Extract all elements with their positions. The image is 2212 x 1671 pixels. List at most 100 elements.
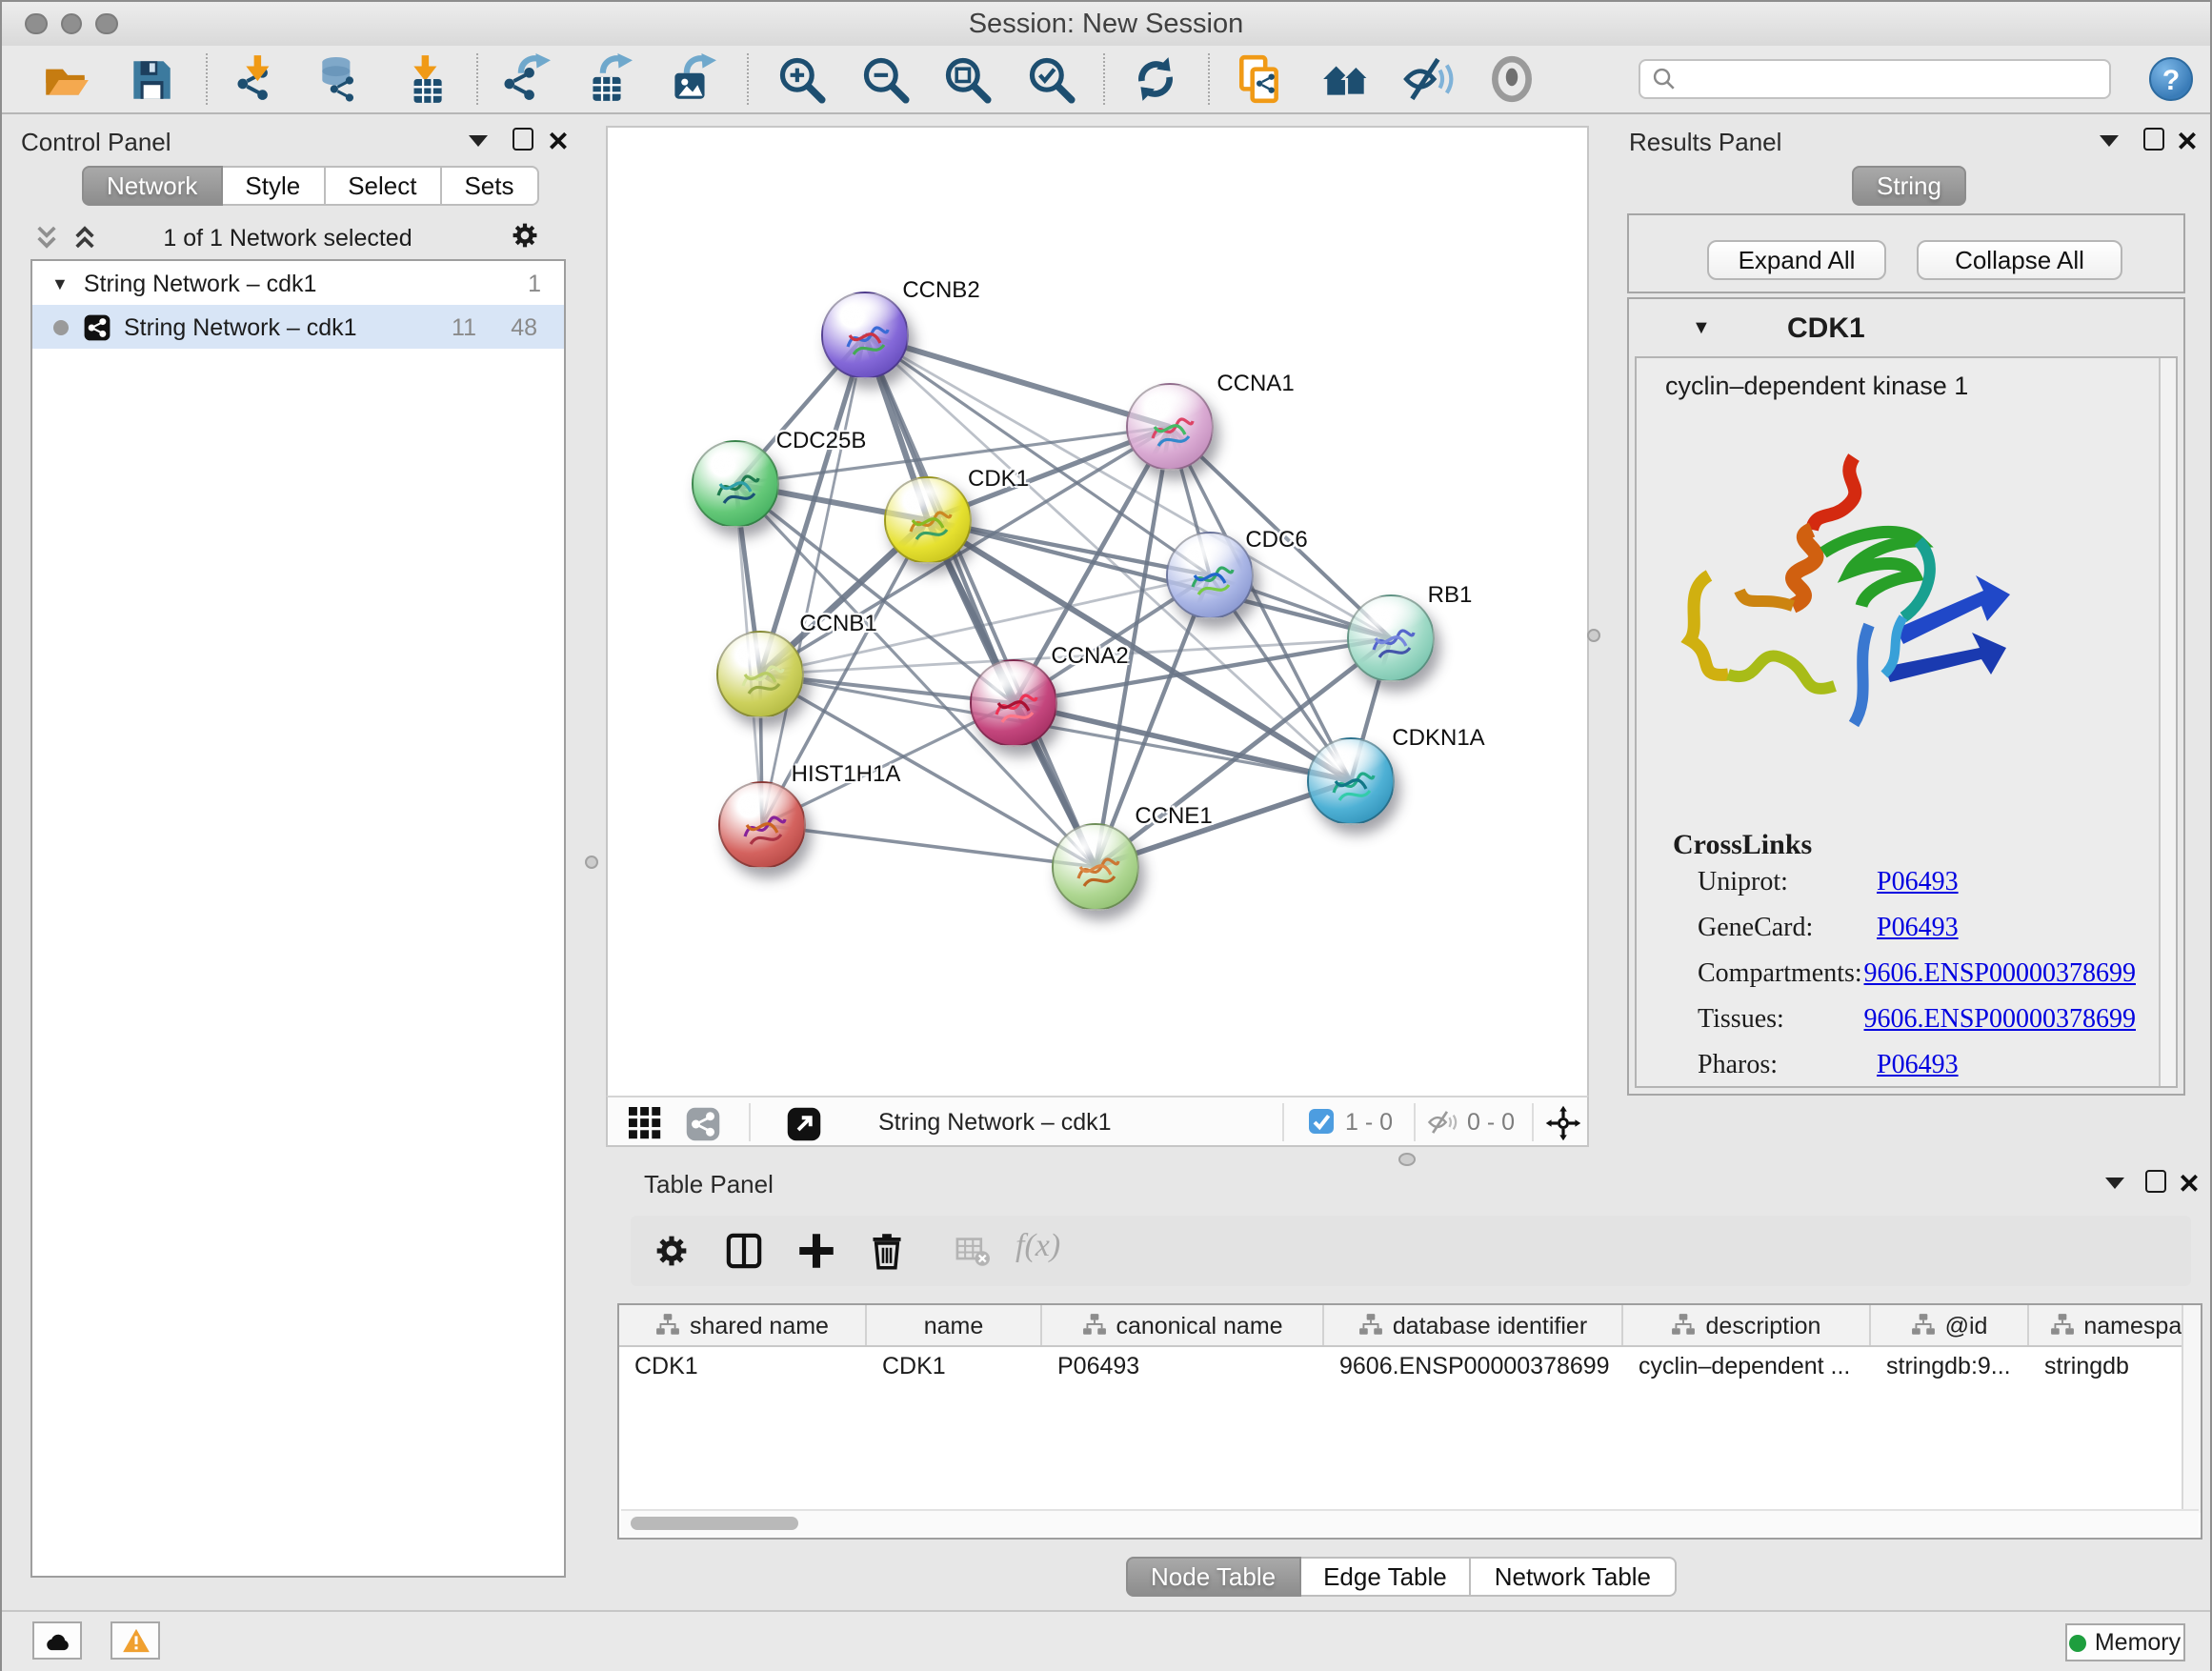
- right-splitter-handle[interactable]: [1587, 629, 1600, 642]
- table-panel-float-icon[interactable]: [2142, 1168, 2168, 1195]
- crosslink-value-link[interactable]: 9606.ENSP00000378699: [1864, 1006, 2136, 1037]
- crosslink-value-link[interactable]: P06493: [1877, 869, 1959, 899]
- import-network-icon[interactable]: [232, 53, 284, 105]
- network-node-cdkn1a[interactable]: [1307, 737, 1395, 825]
- network-edge[interactable]: [1014, 703, 1351, 781]
- table-panel-menu-icon[interactable]: [2101, 1170, 2128, 1197]
- network-edge[interactable]: [762, 335, 865, 825]
- column-header-namespace[interactable]: namespace: [2029, 1305, 2202, 1345]
- export-table-icon[interactable]: [581, 53, 633, 105]
- column-header-name[interactable]: name: [867, 1305, 1042, 1345]
- network-tree: ▼ String Network – cdk1 1 String Network…: [30, 259, 566, 1578]
- tab-network[interactable]: Network: [82, 166, 222, 206]
- network-node-hist1h1a[interactable]: [718, 781, 806, 869]
- network-node-ccna2[interactable]: [970, 659, 1057, 747]
- home-networks-icon[interactable]: [1320, 53, 1372, 105]
- import-database-icon[interactable]: [314, 53, 366, 105]
- network-node-ccna1[interactable]: [1126, 383, 1214, 471]
- tab-network-table[interactable]: Network Table: [1472, 1557, 1676, 1597]
- network-node-rb1[interactable]: [1347, 594, 1435, 682]
- results-panel-float-icon[interactable]: [2140, 126, 2166, 152]
- network-canvas[interactable]: CCNB2 CCNA1 CDC25B CDK1 CDC6 RB1 CCNB1 C…: [606, 126, 1589, 1099]
- tab-style[interactable]: Style: [222, 166, 325, 206]
- delete-column-icon[interactable]: [867, 1231, 907, 1271]
- column-header-canonicalname[interactable]: canonical name: [1042, 1305, 1324, 1345]
- export-image-icon[interactable]: [665, 53, 716, 105]
- zoom-selected-icon[interactable]: [1025, 53, 1076, 105]
- clone-network-icon[interactable]: [1235, 53, 1286, 105]
- show-view-icon[interactable]: [1486, 53, 1538, 105]
- network-node-cdk1[interactable]: [884, 476, 972, 564]
- results-scrollbar[interactable]: [2159, 358, 2176, 1086]
- scrollbar-thumb[interactable]: [631, 1516, 798, 1530]
- birdseye-icon[interactable]: [1545, 1104, 1581, 1140]
- hidden-eye-icon[interactable]: [1427, 1109, 1458, 1136]
- network-node-cdc25b[interactable]: [692, 440, 779, 528]
- network-collection-row[interactable]: ▼ String Network – cdk1 1: [32, 261, 564, 305]
- collapse-all-icon[interactable]: [32, 223, 61, 252]
- network-edge[interactable]: [865, 335, 1170, 427]
- network-node-ccne1[interactable]: [1052, 823, 1139, 911]
- network-edge[interactable]: [760, 575, 1210, 674]
- show-columns-icon[interactable]: [724, 1231, 764, 1271]
- tab-node-table[interactable]: Node Table: [1126, 1557, 1300, 1597]
- open-session-icon[interactable]: [40, 53, 91, 105]
- open-in-window-icon[interactable]: [787, 1106, 821, 1140]
- tree-expander-icon[interactable]: ▼: [51, 273, 69, 292]
- network-node-ccnb1[interactable]: [716, 631, 804, 718]
- bottom-splitter-handle[interactable]: [1398, 1153, 1416, 1166]
- selected-checkbox[interactable]: [1309, 1109, 1334, 1134]
- cloud-button[interactable]: [32, 1621, 82, 1660]
- zoom-out-icon[interactable]: [859, 53, 911, 105]
- save-session-icon[interactable]: [126, 53, 177, 105]
- table-row[interactable]: CDK1CDK1P064939606.ENSP00000378699cyclin…: [619, 1347, 2201, 1387]
- tab-sets[interactable]: Sets: [441, 166, 538, 206]
- results-panel-menu-icon[interactable]: [2096, 128, 2122, 154]
- network-node-cdc6[interactable]: [1166, 532, 1254, 619]
- memory-button[interactable]: Memory: [2065, 1623, 2185, 1661]
- tab-string[interactable]: String: [1852, 166, 1966, 206]
- tab-select[interactable]: Select: [325, 166, 441, 206]
- left-splitter-handle[interactable]: [585, 856, 598, 869]
- protein-collapse-icon[interactable]: ▼: [1692, 318, 1711, 339]
- crosslink-value-link[interactable]: P06493: [1877, 915, 1959, 945]
- network-options-gear-icon[interactable]: [509, 219, 541, 252]
- add-column-icon[interactable]: [796, 1231, 836, 1271]
- control-panel-float-icon[interactable]: [509, 126, 535, 152]
- column-header-databaseidentifier[interactable]: database identifier: [1324, 1305, 1623, 1345]
- refresh-view-icon[interactable]: [1130, 53, 1181, 105]
- column-header-sharedname[interactable]: shared name: [619, 1305, 867, 1345]
- share-network-icon[interactable]: [686, 1106, 720, 1140]
- table-horizontal-scrollbar[interactable]: [621, 1509, 2199, 1536]
- export-network-icon[interactable]: [499, 53, 551, 105]
- zoom-in-icon[interactable]: [775, 53, 827, 105]
- control-panel-close-icon[interactable]: ✕: [545, 128, 572, 154]
- collapse-all-button[interactable]: Collapse All: [1917, 240, 2122, 280]
- results-panel-close-icon[interactable]: ✕: [2174, 128, 2201, 154]
- import-table-icon[interactable]: [400, 53, 452, 105]
- column-header-id[interactable]: @id: [1871, 1305, 2029, 1345]
- table-settings-gear-icon[interactable]: [652, 1231, 692, 1271]
- control-panel-menu-icon[interactable]: [465, 128, 492, 154]
- hide-selected-icon[interactable]: [1402, 53, 1454, 105]
- zoom-fit-icon[interactable]: [941, 53, 993, 105]
- network-row-selected[interactable]: String Network – cdk1 11 48: [32, 305, 564, 349]
- crosslink-value-link[interactable]: 9606.ENSP00000378699: [1864, 960, 2136, 991]
- column-header-description[interactable]: description: [1623, 1305, 1871, 1345]
- network-edge[interactable]: [735, 427, 1170, 484]
- table-cell: 9606.ENSP00000378699: [1324, 1347, 1623, 1387]
- network-edge[interactable]: [762, 825, 1096, 867]
- search-box[interactable]: [1639, 59, 2111, 99]
- network-node-ccnb2[interactable]: [821, 292, 909, 379]
- expand-all-button[interactable]: Expand All: [1707, 240, 1886, 280]
- warning-button[interactable]: [111, 1621, 160, 1660]
- search-input[interactable]: [1677, 64, 2109, 94]
- crosslink-value-link[interactable]: P06493: [1877, 1052, 1959, 1082]
- help-button[interactable]: ?: [2149, 57, 2193, 101]
- tab-edge-table[interactable]: Edge Table: [1300, 1557, 1472, 1597]
- grid-view-icon[interactable]: [629, 1107, 661, 1139]
- expand-all-icon[interactable]: [70, 223, 99, 252]
- network-edge[interactable]: [928, 520, 1391, 638]
- table-vertical-scrollbar[interactable]: [2182, 1305, 2201, 1513]
- table-panel-close-icon[interactable]: ✕: [2176, 1170, 2202, 1197]
